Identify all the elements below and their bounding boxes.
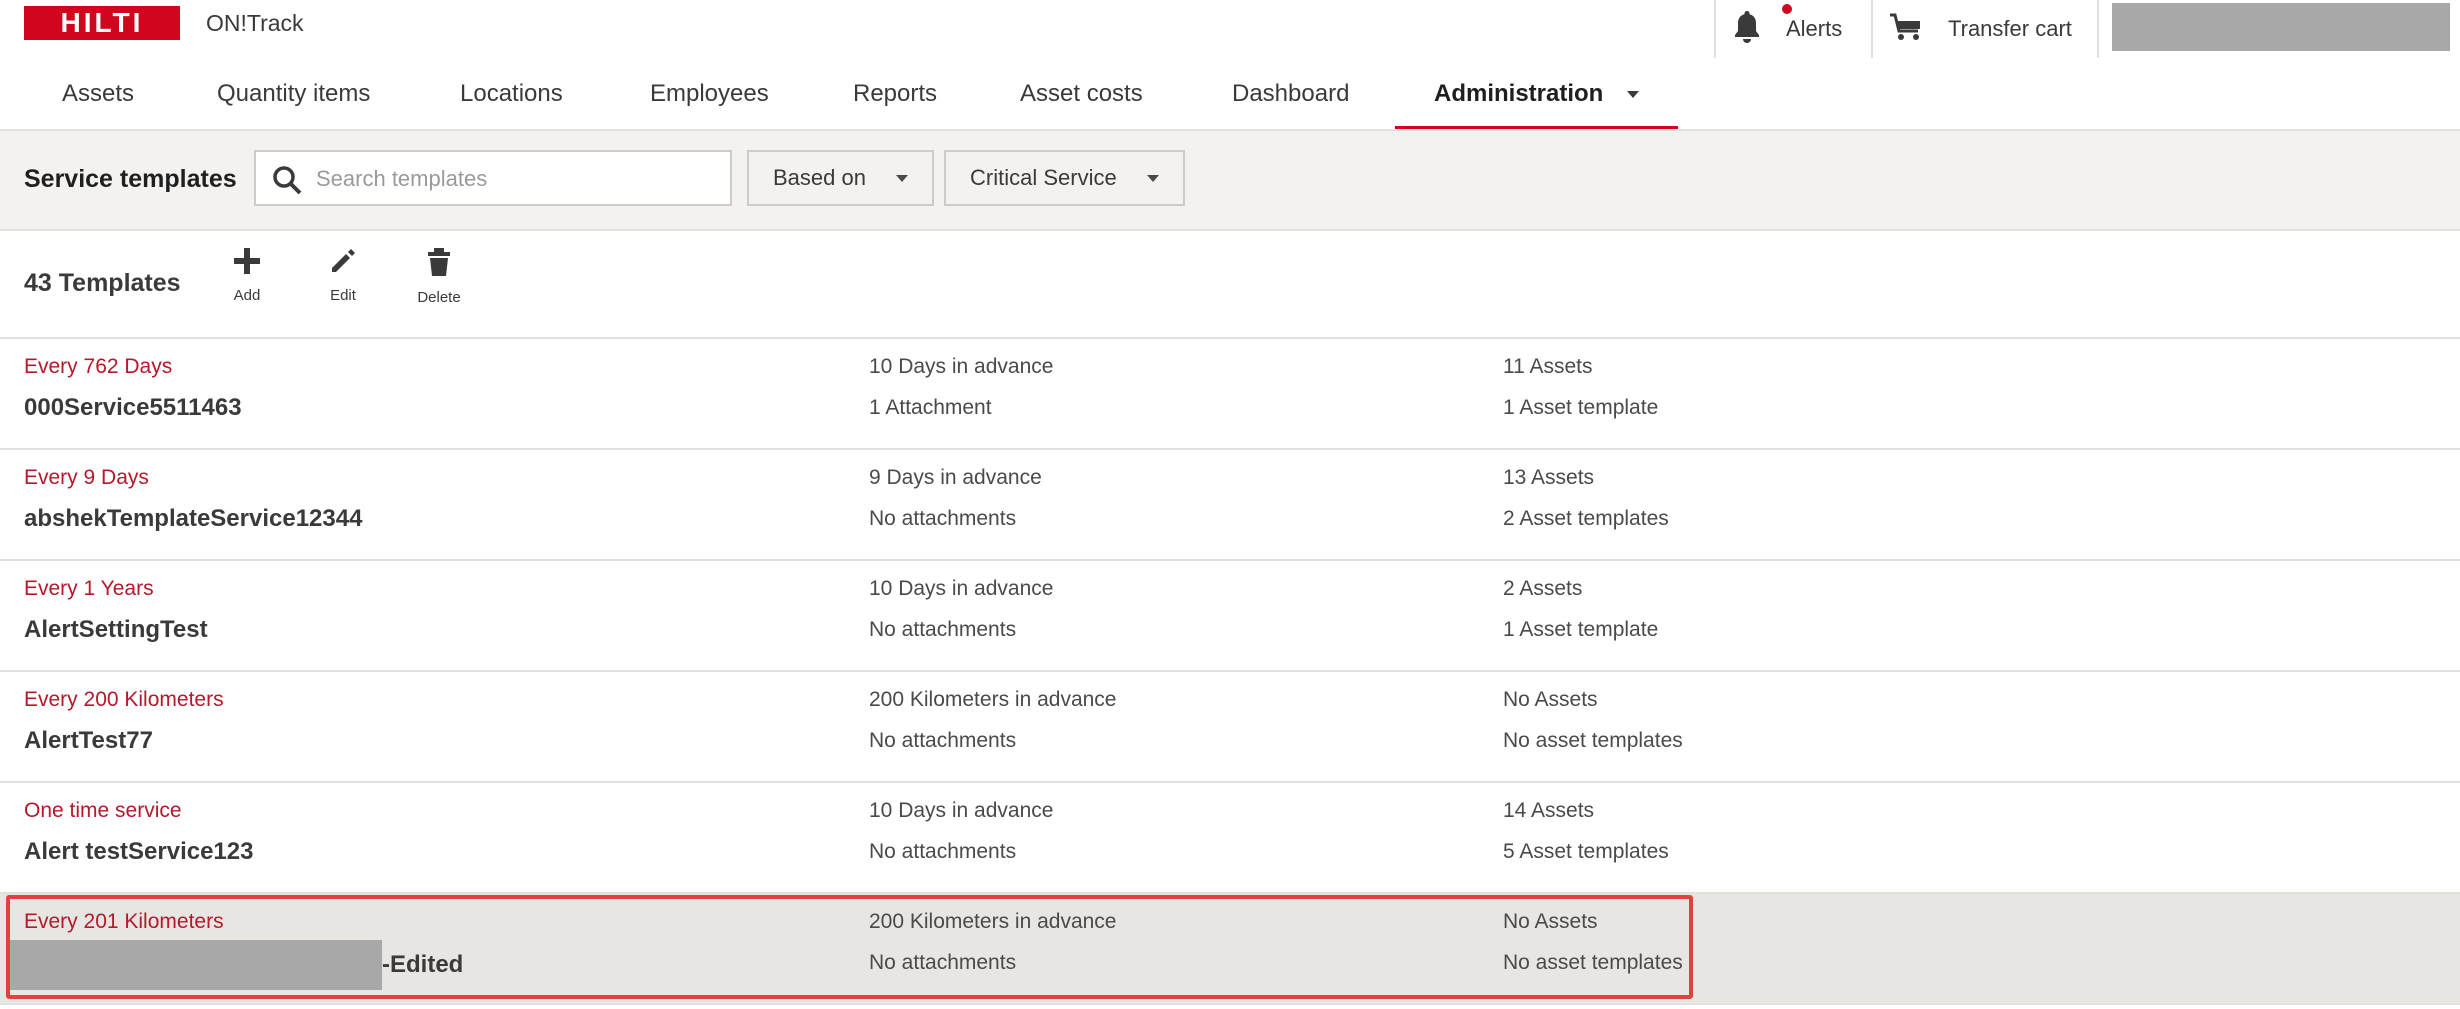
edit-button[interactable]: Edit [308, 247, 378, 304]
alert-notification-dot [1782, 4, 1792, 14]
app-name: ON!Track [206, 10, 304, 36]
nav-administration-label: Administration [1434, 80, 1604, 107]
user-menu-redacted[interactable] [2112, 3, 2450, 51]
delete-button[interactable]: Delete [404, 247, 474, 306]
assets-count: 13 Assets [1503, 466, 1595, 489]
template-count: 43 Templates [24, 269, 181, 297]
asset-templates-count: 2 Asset templates [1503, 507, 1669, 530]
service-interval: One time service [24, 799, 182, 822]
service-interval: Every 201 Kilometers [24, 910, 224, 933]
page-title: Service templates [24, 165, 237, 193]
attachments: 1 Attachment [869, 396, 992, 419]
template-name: AlertSettingTest [24, 616, 208, 643]
assets-count: 14 Assets [1503, 799, 1595, 822]
filter-bar: Service templates Based on Critical Serv… [0, 131, 2460, 231]
alerts-button[interactable]: Alerts [1732, 0, 1842, 58]
based-on-label: Based on [773, 165, 866, 190]
attachments: No attachments [869, 729, 1017, 752]
template-name: Alert testService123 [24, 838, 254, 865]
search-input[interactable] [314, 152, 718, 206]
table-row[interactable]: One time service Alert testService123 10… [0, 783, 2460, 894]
based-on-dropdown[interactable]: Based on [747, 150, 934, 206]
header-divider [1871, 0, 1873, 58]
advance-notice: 200 Kilometers in advance [869, 910, 1117, 933]
attachments: No attachments [869, 951, 1017, 974]
transfer-cart-label: Transfer cart [1948, 16, 2072, 41]
transfer-cart-button[interactable]: Transfer cart [1888, 0, 2072, 58]
bell-icon [1732, 4, 1792, 49]
asset-templates-count: 1 Asset template [1503, 396, 1659, 419]
main-nav: Assets Quantity items Locations Employee… [0, 59, 2460, 131]
plus-icon [234, 248, 260, 274]
table-row[interactable]: Every 200 Kilometers AlertTest77 200 Kil… [0, 672, 2460, 783]
active-tab-indicator [1395, 126, 1678, 129]
logo-text: HILTI [60, 7, 144, 38]
table-row[interactable]: Every 762 Days 000Service5511463 10 Days… [0, 339, 2460, 450]
asset-templates-count: 1 Asset template [1503, 618, 1659, 641]
service-interval: Every 762 Days [24, 355, 173, 378]
attachments: No attachments [869, 618, 1017, 641]
advance-notice: 200 Kilometers in advance [869, 688, 1117, 711]
nav-assets[interactable]: Assets [62, 59, 134, 129]
table-row[interactable]: Every 9 Days abshekTemplateService12344 … [0, 450, 2460, 561]
header-divider [1714, 0, 1716, 58]
pencil-icon [332, 249, 355, 272]
nav-employees[interactable]: Employees [650, 59, 769, 129]
redacted-name-block [8, 940, 382, 990]
assets-count: No Assets [1503, 910, 1598, 933]
chevron-down-icon [1146, 174, 1159, 182]
search-icon [273, 166, 302, 195]
delete-label: Delete [417, 289, 461, 306]
edit-label: Edit [330, 287, 356, 304]
advance-notice: 9 Days in advance [869, 466, 1042, 489]
service-interval: Every 200 Kilometers [24, 688, 224, 711]
nav-quantity-items[interactable]: Quantity items [217, 59, 370, 129]
template-name: AlertTest77 [24, 727, 153, 754]
service-interval: Every 9 Days [24, 466, 149, 489]
template-name: abshekTemplateService12344 [24, 505, 363, 532]
cart-icon [1888, 11, 1948, 47]
table-row[interactable]: Every 1 Years AlertSettingTest 10 Days i… [0, 561, 2460, 672]
assets-count: 2 Assets [1503, 577, 1583, 600]
template-name: 000Service5511463 [24, 394, 242, 421]
assets-count: 11 Assets [1503, 355, 1593, 378]
trash-icon [428, 248, 450, 276]
nav-administration[interactable]: Administration [1434, 59, 1640, 129]
chevron-down-icon [895, 174, 908, 182]
add-label: Add [233, 287, 261, 304]
advance-notice: 10 Days in advance [869, 355, 1054, 378]
critical-service-dropdown[interactable]: Critical Service [944, 150, 1185, 206]
nav-locations[interactable]: Locations [460, 59, 563, 129]
template-name: -Edited [8, 940, 464, 990]
attachments: No attachments [869, 840, 1017, 863]
asset-templates-count: No asset templates [1503, 951, 1683, 974]
assets-count: No Assets [1503, 688, 1598, 711]
template-toolbar: 43 Templates Add Edit Delete [0, 231, 2460, 339]
alerts-label: Alerts [1786, 16, 1843, 41]
add-button[interactable]: Add [212, 247, 282, 304]
advance-notice: 10 Days in advance [869, 577, 1054, 600]
search-box[interactable] [254, 150, 732, 206]
top-header: HILTI ON!Track Alerts Transfer cart [0, 0, 2460, 61]
attachments: No attachments [869, 507, 1017, 530]
nav-asset-costs[interactable]: Asset costs [1020, 59, 1143, 129]
service-interval: Every 1 Years [24, 577, 154, 600]
asset-templates-count: 5 Asset templates [1503, 840, 1669, 863]
nav-dashboard[interactable]: Dashboard [1232, 59, 1349, 129]
critical-service-label: Critical Service [970, 165, 1117, 190]
table-row-selected[interactable]: Every 201 Kilometers -Edited 200 Kilomet… [0, 894, 2460, 1005]
nav-reports[interactable]: Reports [853, 59, 937, 129]
hilti-logo[interactable]: HILTI [24, 6, 180, 40]
header-divider [2097, 0, 2099, 58]
chevron-down-icon [1627, 90, 1640, 98]
template-name-suffix: -Edited [382, 951, 464, 978]
advance-notice: 10 Days in advance [869, 799, 1054, 822]
asset-templates-count: No asset templates [1503, 729, 1683, 752]
